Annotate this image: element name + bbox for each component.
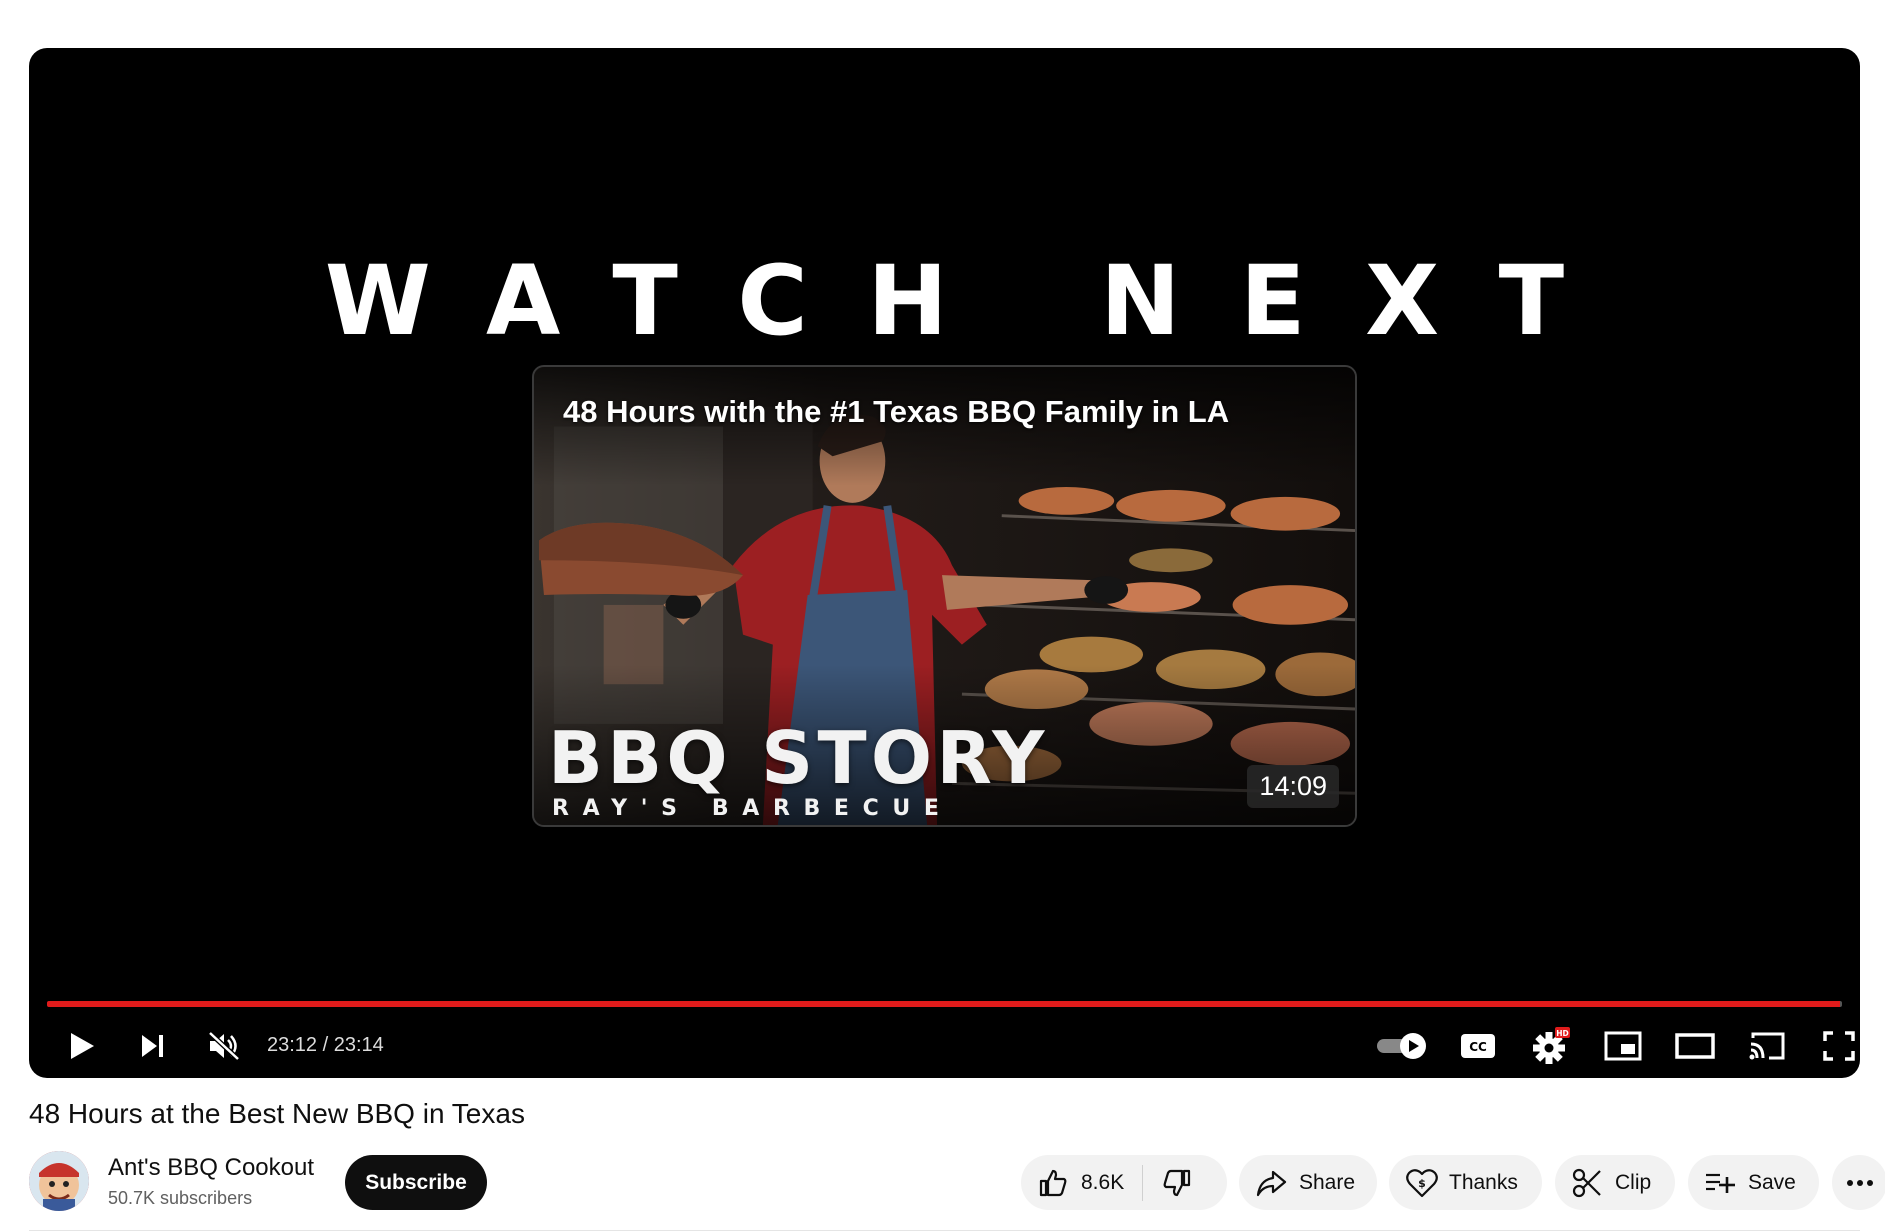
mute-icon <box>208 1031 240 1061</box>
thumbs-down-icon <box>1163 1169 1191 1196</box>
theater-icon <box>1675 1033 1715 1059</box>
miniplayer-icon <box>1604 1031 1642 1061</box>
progress-bar[interactable] <box>47 1001 1842 1007</box>
captions-button[interactable]: CC <box>1450 1018 1506 1074</box>
autoplay-toggle[interactable] <box>1373 1018 1433 1074</box>
clip-button[interactable]: Clip <box>1555 1155 1675 1210</box>
watch-next-heading: WATCH NEXT <box>324 245 1624 357</box>
clip-label: Clip <box>1615 1170 1652 1194</box>
more-horizontal-icon <box>1846 1179 1873 1186</box>
svg-text:CC: CC <box>1469 1040 1487 1054</box>
owner-row: Ant's BBQ Cookout 50.7K subscribers Subs… <box>29 1148 1885 1214</box>
save-button[interactable]: Save <box>1688 1155 1819 1210</box>
like-count: 8.6K <box>1081 1170 1125 1194</box>
cast-icon <box>1749 1032 1785 1060</box>
video-player[interactable]: WATCH NEXT 48 Hours with the #1 Texas BB… <box>29 48 1860 1078</box>
share-icon <box>1256 1170 1287 1196</box>
svg-text:$: $ <box>1418 1177 1426 1190</box>
time-display: 23:12 / 23:14 <box>267 1034 384 1056</box>
settings-icon: HD <box>1533 1027 1570 1064</box>
next-icon <box>142 1035 163 1057</box>
fullscreen-icon <box>1823 1031 1855 1061</box>
thanks-heart-icon: $ <box>1406 1168 1438 1197</box>
fullscreen-button[interactable] <box>1811 1018 1860 1074</box>
endcard-video[interactable]: 48 Hours with the #1 Texas BBQ Family in… <box>532 365 1357 827</box>
video-title: 48 Hours at the Best New BBQ in Texas <box>29 1098 525 1129</box>
share-button[interactable]: Share <box>1239 1155 1377 1210</box>
player-controls: 23:12 / 23:14 CC HD <box>29 1018 1860 1078</box>
thumbs-up-icon <box>1039 1169 1067 1196</box>
thumbnail-text-small: RAY'S BARBECUE <box>552 796 953 821</box>
endcard-title: 48 Hours with the #1 Texas BBQ Family in… <box>563 394 1230 429</box>
save-label: Save <box>1748 1170 1796 1194</box>
thanks-button[interactable]: $ Thanks <box>1389 1155 1542 1210</box>
scissors-icon <box>1572 1168 1601 1197</box>
theater-button[interactable] <box>1667 1018 1723 1074</box>
like-button[interactable]: 8.6K <box>1021 1155 1142 1210</box>
settings-button[interactable]: HD <box>1523 1018 1579 1074</box>
cast-button[interactable] <box>1739 1018 1795 1074</box>
play-button[interactable] <box>54 1018 110 1074</box>
more-actions-button[interactable] <box>1832 1155 1885 1210</box>
divider <box>29 1230 1860 1231</box>
hd-badge: HD <box>1556 1029 1569 1038</box>
share-label: Share <box>1299 1170 1356 1194</box>
autoplay-toggle-icon <box>1377 1033 1426 1059</box>
thanks-label: Thanks <box>1449 1170 1518 1194</box>
avatar-image <box>29 1151 89 1211</box>
duration-badge: 14:09 <box>1247 765 1339 809</box>
next-button[interactable] <box>125 1018 181 1074</box>
like-dislike-group: 8.6K <box>1021 1155 1227 1210</box>
play-icon <box>71 1033 94 1059</box>
miniplayer-button[interactable] <box>1595 1018 1651 1074</box>
subscribe-button[interactable]: Subscribe <box>345 1155 487 1210</box>
cc-icon: CC <box>1461 1034 1495 1058</box>
subscriber-count: 50.7K subscribers <box>108 1188 253 1208</box>
thumbnail-text-large: BBQ STORY <box>548 716 1049 800</box>
dislike-button[interactable] <box>1143 1155 1211 1210</box>
channel-name[interactable]: Ant's BBQ Cookout <box>108 1154 314 1182</box>
save-playlist-icon <box>1706 1173 1735 1193</box>
mute-button[interactable] <box>196 1018 252 1074</box>
channel-avatar[interactable] <box>29 1151 89 1211</box>
